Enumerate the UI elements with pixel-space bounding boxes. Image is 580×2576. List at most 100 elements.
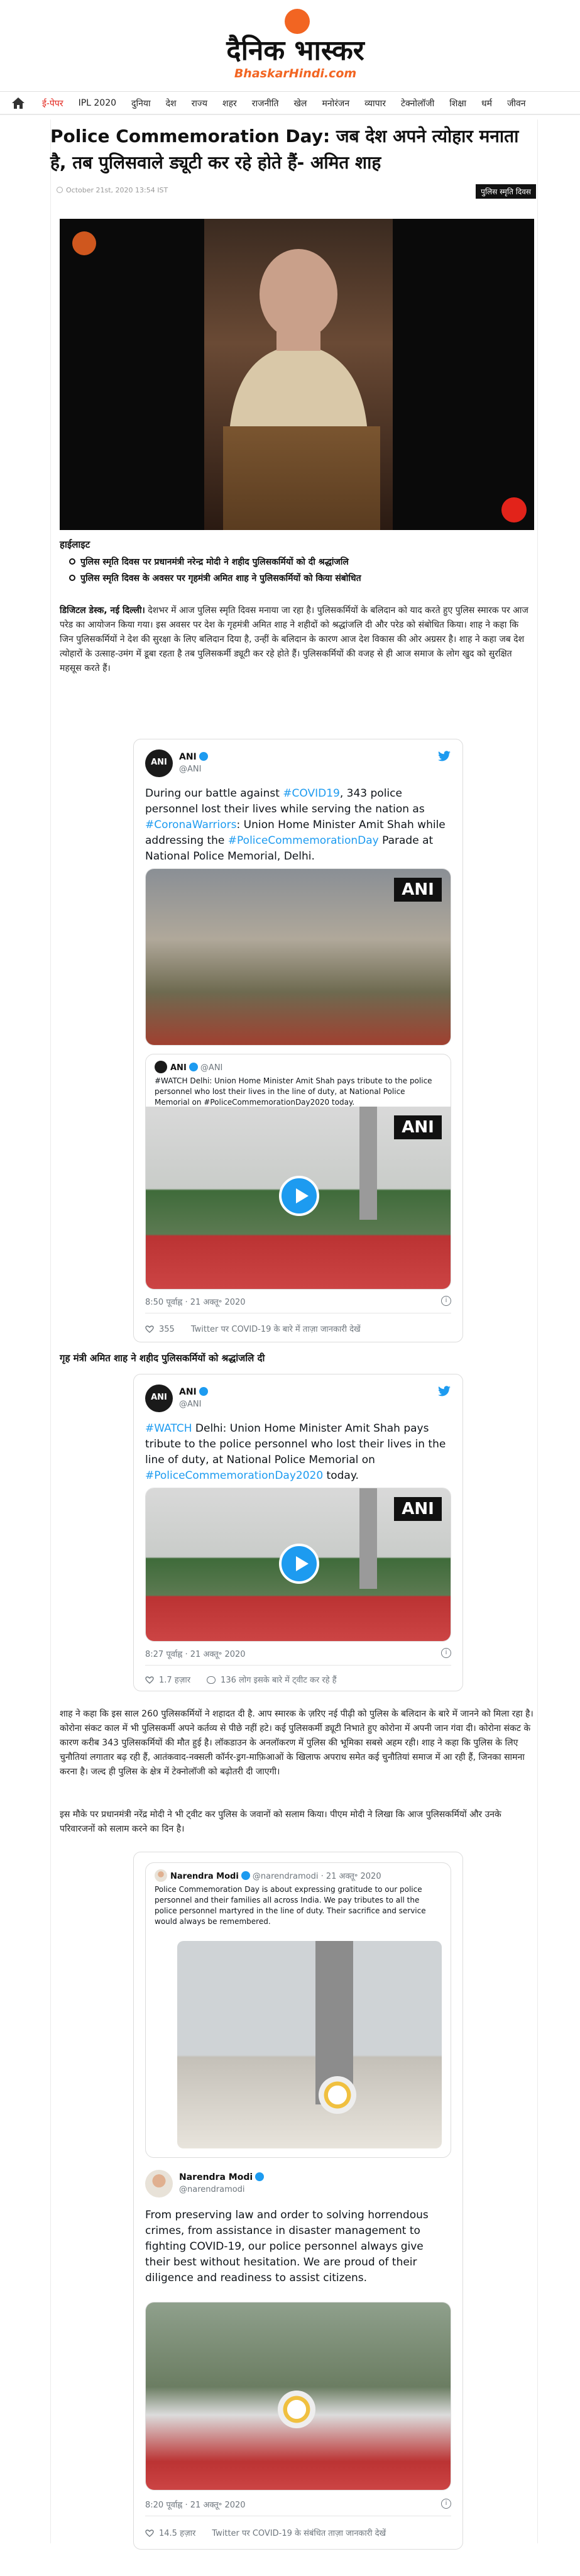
highlight-item: पुलिस स्मृति दिवस पर प्रधानमंत्री नरेन्द… — [69, 556, 349, 568]
nav-item-politics[interactable]: राजनीति — [244, 97, 287, 109]
nav-item-country[interactable]: देश — [158, 97, 184, 109]
home-icon[interactable] — [11, 97, 25, 109]
quoted-video[interactable]: ANI — [146, 1107, 451, 1289]
tweet-timestamp[interactable]: 8:27 पूर्वाह्न · 21 अक्तू॰ 2020 — [145, 1648, 246, 1659]
nav-item-epaper[interactable]: ई-पेपर — [35, 97, 71, 109]
site-header: दैनिक भास्कर BhaskarHindi.com — [0, 0, 580, 85]
avatar — [155, 1061, 167, 1073]
heart-icon[interactable] — [145, 2529, 154, 2537]
highlights-title: हाईलाइट — [60, 539, 90, 550]
tweet-discussion-link[interactable]: 136 लोग इसके बारे में ट्वीट कर रहे हैं — [221, 1676, 337, 1685]
author-handle[interactable]: @ANI — [179, 765, 201, 774]
twitter-bird-icon[interactable] — [437, 751, 451, 762]
quoted-author[interactable]: Narendra Modi @narendramodi · 21 अक्तू॰ … — [155, 1869, 381, 1882]
nav-item-city[interactable]: शहर — [215, 97, 244, 109]
embedded-tweet[interactable]: Narendra Modi @narendramodi · 21 अक्तू॰ … — [133, 1852, 463, 2550]
info-icon[interactable]: i — [441, 1648, 451, 1658]
tweet-actions: 355 Twitter पर COVID-19 के बारे में ताज़ा… — [145, 1323, 451, 1334]
article-paragraph: शाह ने कहा कि इस साल 260 पुलिसकर्मियों न… — [60, 1709, 533, 1777]
hashtag-link[interactable]: #CoronaWarriors — [145, 819, 237, 831]
article-video[interactable] — [60, 219, 534, 530]
embedded-tweet[interactable]: ANI ANI @ANI #WATCH Delhi: Union Home Mi… — [133, 1374, 463, 1691]
covid-info-link[interactable]: Twitter पर COVID-19 के बारे में ताज़ा जा… — [191, 1325, 361, 1334]
play-icon[interactable] — [279, 1544, 319, 1584]
author-name[interactable]: Narendra Modi — [179, 2172, 265, 2182]
nav-item-education[interactable]: शिक्षा — [442, 97, 474, 109]
logo-sun-icon — [285, 9, 310, 34]
nav-item-technology[interactable]: टेक्नोलॉजी — [393, 97, 442, 109]
category-tag[interactable]: पुलिस स्मृति दिवस — [476, 184, 536, 199]
avatar[interactable]: ANI — [145, 749, 173, 777]
article-intro: डिजिटल डेस्क, नई दिल्ली। देशभर में आज पु… — [60, 605, 528, 673]
memorial-scene — [177, 1941, 442, 2148]
embedded-tweet[interactable]: ANI ANI @ANI During our battle against #… — [133, 739, 463, 1342]
podium — [223, 426, 380, 530]
tweet-timestamp[interactable]: 8:50 पूर्वाह्न · 21 अक्तू॰ 2020 — [145, 1296, 246, 1307]
nav-item-business[interactable]: व्यापार — [357, 97, 393, 109]
nav-item-state[interactable]: राज्य — [184, 97, 215, 109]
reply-icon[interactable] — [207, 1676, 216, 1684]
bullet-icon — [69, 575, 75, 581]
like-count: 14.5 हज़ार — [159, 2529, 196, 2538]
nav-list: ई-पेपर IPL 2020 दुनिया देश राज्य शहर राज… — [35, 92, 533, 114]
site-logo[interactable]: दैनिक भास्कर BhaskarHindi.com — [220, 6, 371, 80]
memorial-obelisk — [359, 1488, 377, 1589]
tweet-text: #WATCH Delhi: Union Home Minister Amit S… — [145, 1422, 446, 1482]
nav-item-world[interactable]: दुनिया — [124, 97, 158, 109]
quoted-text: #WATCH Delhi: Union Home Minister Amit S… — [155, 1076, 432, 1107]
author-name[interactable]: ANI — [179, 1387, 208, 1397]
verified-icon — [199, 752, 208, 761]
hashtag-link[interactable]: #PoliceCommemorationDay — [228, 834, 379, 847]
nav-item-ipl[interactable]: IPL 2020 — [71, 98, 124, 108]
clock-icon — [57, 187, 63, 193]
verified-icon — [189, 1063, 198, 1071]
hashtag-link[interactable]: #COVID19 — [283, 787, 340, 800]
avatar — [155, 1869, 167, 1882]
article-paragraph: इस मौके पर प्रधानमंत्री नरेंद्र मोदी ने … — [60, 1810, 501, 1834]
info-icon[interactable]: i — [441, 1296, 451, 1306]
quoted-text: Police Commemoration Day is about expres… — [155, 1885, 426, 1926]
tweet-actions: 14.5 हज़ार Twitter पर COVID-19 के संबंधित… — [145, 2527, 451, 2538]
tweet-timestamp[interactable]: 8:20 पूर्वाह्न · 21 अक्तू॰ 2020 — [145, 2499, 246, 2510]
hashtag-link[interactable]: #WATCH — [145, 1422, 192, 1435]
corner-logo-icon — [501, 497, 527, 522]
wreath-figure — [319, 2076, 356, 2114]
tweet-photo[interactable]: ANI — [145, 868, 451, 1046]
main-nav: ई-पेपर IPL 2020 दुनिया देश राज्य शहर राज… — [0, 91, 580, 115]
author-name[interactable]: ANI — [179, 752, 208, 762]
bullet-icon — [69, 558, 75, 565]
highlight-item: पुलिस स्मृति दिवस के अवसर पर गृहमंत्री अ… — [69, 572, 361, 584]
tweet-actions: 1.7 हज़ार 136 लोग इसके बारे में ट्वीट कर … — [145, 1674, 451, 1685]
hashtag-link[interactable]: #PoliceCommemorationDay2020 — [145, 1469, 323, 1482]
play-icon[interactable] — [279, 1176, 319, 1216]
quoted-author[interactable]: ANI @ANI — [155, 1061, 222, 1073]
nav-item-religion[interactable]: धर्म — [474, 97, 500, 109]
memorial-obelisk — [359, 1107, 377, 1220]
info-icon[interactable]: i — [441, 2499, 451, 2509]
speaker-figure — [229, 249, 368, 433]
tweet-video[interactable]: ANI — [145, 1488, 451, 1642]
nav-item-sports[interactable]: खेल — [286, 97, 314, 109]
ani-watermark: ANI — [394, 878, 442, 902]
heart-icon[interactable] — [145, 1676, 154, 1684]
nav-item-life[interactable]: जीवन — [500, 97, 533, 109]
publish-date: October 21st, 2020 13:54 IST — [57, 186, 168, 194]
tweet-text: During our battle against #COVID19, 343 … — [145, 787, 446, 863]
quoted-tweet[interactable]: ANI @ANI #WATCH Delhi: Union Home Minist… — [145, 1054, 451, 1290]
tweet-photo[interactable] — [145, 2302, 451, 2490]
channel-logo-icon — [72, 231, 96, 255]
avatar[interactable] — [145, 2170, 173, 2197]
covid-info-link[interactable]: Twitter पर COVID-19 के संबंधित ताज़ा जान… — [212, 2529, 386, 2538]
author-handle[interactable]: @narendramodi — [179, 2185, 245, 2194]
nav-item-entertainment[interactable]: मनोरंजन — [314, 97, 357, 109]
page-title: Police Commemoration Day: जब देश अपने त्… — [50, 126, 519, 173]
quoted-tweet[interactable]: Narendra Modi @narendramodi · 21 अक्तू॰ … — [145, 1862, 451, 2158]
author-handle[interactable]: @ANI — [179, 1400, 201, 1409]
avatar[interactable]: ANI — [145, 1385, 173, 1412]
section-subhead: गृह मंत्री अमित शाह ने शहीद पुलिसकर्मियो… — [60, 1352, 265, 1364]
divider — [145, 1665, 451, 1666]
heart-icon[interactable] — [145, 1325, 154, 1333]
like-count: 355 — [159, 1325, 175, 1334]
twitter-bird-icon[interactable] — [437, 1386, 451, 1397]
quoted-photo[interactable] — [177, 1941, 442, 2148]
